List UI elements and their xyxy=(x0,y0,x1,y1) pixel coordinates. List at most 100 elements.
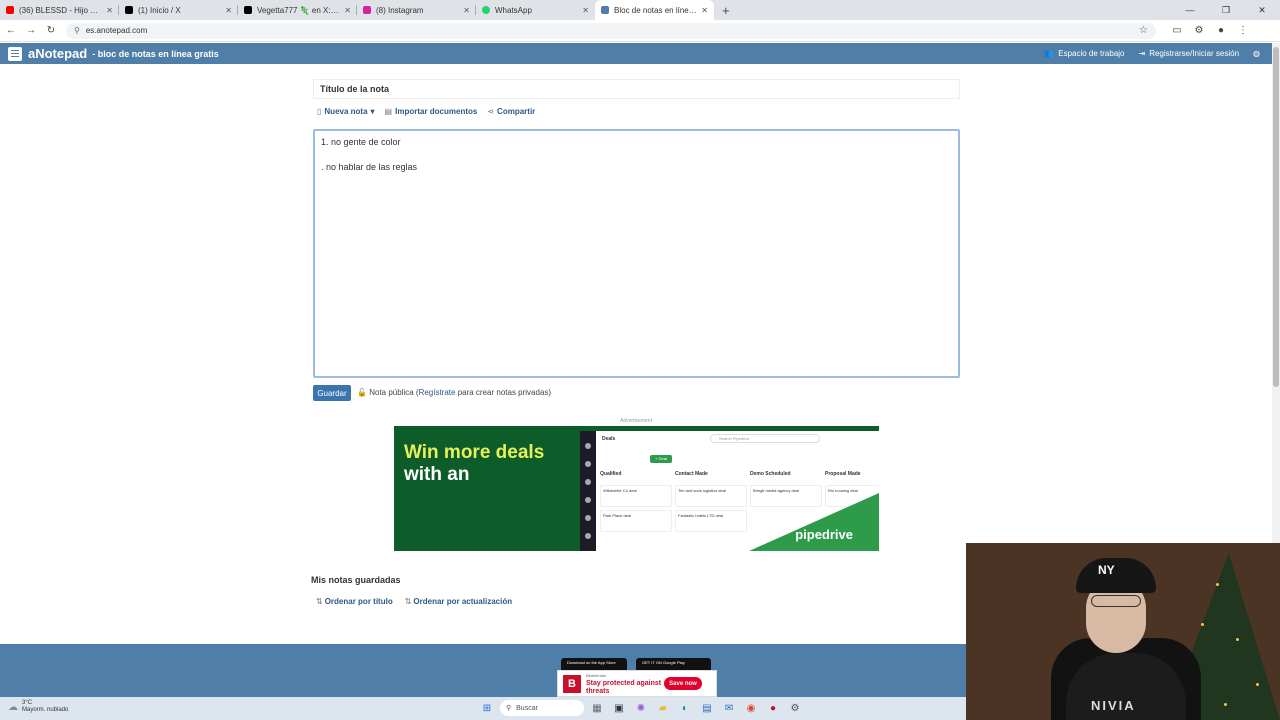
public-note-info: 🔓 Nota pública (Regístrate para crear no… xyxy=(357,388,551,397)
save-now-button[interactable]: Save now xyxy=(664,677,702,690)
mail-icon[interactable]: ✉ xyxy=(720,699,738,717)
users-icon: 👥 xyxy=(1044,49,1055,58)
ad-label: Advertisement xyxy=(620,418,652,424)
register-link[interactable]: Regístrate xyxy=(419,388,456,397)
close-icon[interactable]: ✕ xyxy=(344,6,351,15)
webcam-overlay: NY NIVIA xyxy=(966,543,1280,720)
browser-tab-active[interactable]: Bloc de notas en línea - Toma y ✕ xyxy=(595,0,714,20)
menu-icon[interactable]: ⋮ xyxy=(1232,25,1254,36)
tab-label: Vegetta777 🦎 en X: "Otra xyxy=(257,5,340,15)
copilot-icon[interactable]: ✺ xyxy=(632,699,650,717)
widgets-icon[interactable]: ▦ xyxy=(588,699,606,717)
saved-notes-title: Mis notas guardadas xyxy=(311,575,401,585)
search-icon: ⚲ xyxy=(506,705,512,712)
workspace-link[interactable]: 👥 Espacio de trabajo xyxy=(1044,49,1124,58)
login-link[interactable]: ⇥ Registrarse/Iniciar sesión xyxy=(1139,49,1240,58)
cap-logo: NY xyxy=(1098,563,1115,577)
close-icon[interactable]: ✕ xyxy=(463,6,470,15)
browser-tab[interactable]: (36) BLESSD - Hijo Mío (Traeme ✕ xyxy=(0,0,119,20)
site-info-icon[interactable]: ⚲ xyxy=(74,26,80,35)
minimize-button[interactable]: — xyxy=(1172,5,1208,15)
import-documents-link[interactable]: ▤ Importar documentos xyxy=(385,107,478,116)
back-icon[interactable]: ← xyxy=(2,25,20,36)
cloud-icon: ☁ xyxy=(8,701,18,713)
note-line: . no hablar de las reglas xyxy=(321,162,418,172)
ad-headline-1: Win more deals xyxy=(404,442,545,463)
chrome-icon[interactable]: ◉ xyxy=(742,699,760,717)
task-view-icon[interactable]: ▣ xyxy=(610,699,628,717)
url-input[interactable]: ⚲ es.anotepad.com ☆ xyxy=(66,22,1156,39)
document-icon: ▯ xyxy=(317,107,322,116)
shirt-text: NIVIA xyxy=(1091,698,1136,713)
note-toolbar: ▯ Nueva nota ▾ ▤ Importar documentos ⋖ C… xyxy=(317,107,535,116)
share-link[interactable]: ⋖ Compartir xyxy=(487,107,535,116)
globe-icon[interactable]: ◍ xyxy=(1253,49,1260,58)
close-window-button[interactable]: ✕ xyxy=(1244,5,1280,16)
scrollbar-thumb[interactable] xyxy=(1273,47,1279,387)
cast-icon[interactable]: ▭ xyxy=(1166,25,1188,36)
notepad-icon xyxy=(601,6,609,14)
weather-widget[interactable]: ☁ 3°C Mayorm. nublado xyxy=(8,700,68,714)
windows-start-icon[interactable]: ⊞ xyxy=(478,699,496,717)
pipedrive-logo: pipedrive xyxy=(795,527,853,542)
sort-icon: ⇅ xyxy=(316,597,323,606)
sort-links: ⇅ Ordenar por título ⇅ Ordenar por actuali… xyxy=(316,597,512,606)
new-note-dropdown[interactable]: ▯ Nueva nota ▾ xyxy=(317,107,375,116)
site-tagline: - bloc de notas en línea gratis xyxy=(92,48,219,59)
bookmark-star-icon[interactable]: ☆ xyxy=(1139,25,1148,36)
tab-label: Bloc de notas en línea - Toma y xyxy=(614,5,697,15)
save-button[interactable]: Guardar xyxy=(313,385,351,401)
app-icon[interactable]: ● xyxy=(764,699,782,717)
forward-icon[interactable]: → xyxy=(22,25,40,36)
close-icon[interactable]: ✕ xyxy=(106,6,113,15)
advertisement-banner[interactable]: Win more deals with an Deals Search Pipe… xyxy=(394,426,879,551)
lock-open-icon: 🔓 xyxy=(357,388,367,397)
note-title-input[interactable] xyxy=(313,79,960,99)
url-text: es.anotepad.com xyxy=(85,26,148,35)
window-controls: — ❐ ✕ xyxy=(1172,0,1280,20)
browser-tab[interactable]: (8) Instagram ✕ xyxy=(357,0,476,20)
ad-pipeline-column: Contact Made Tim and sons logistics deal… xyxy=(675,471,747,535)
reload-icon[interactable]: ↻ xyxy=(42,25,60,36)
ad-deal-card: Willamette Co deal xyxy=(600,485,672,507)
browser-tab[interactable]: WhatsApp ✕ xyxy=(476,0,595,20)
share-icon: ⋖ xyxy=(487,107,495,116)
edge-icon[interactable]: ◐ xyxy=(676,699,694,717)
browser-tab[interactable]: (1) Inicio / X ✕ xyxy=(119,0,238,20)
site-header: aNotepad - bloc de notas en línea gratis… xyxy=(0,43,1272,64)
site-brand[interactable]: aNotepad xyxy=(28,46,87,61)
ad-app-preview: Deals Search Pipedrive + Deal Qualified … xyxy=(580,431,879,551)
share-label: Compartir xyxy=(497,107,536,116)
sort-by-title-link[interactable]: ⇅ Ordenar por título xyxy=(316,597,393,606)
cap xyxy=(1076,558,1156,593)
whatsapp-icon xyxy=(482,6,490,14)
workspace-label: Espacio de trabajo xyxy=(1058,49,1125,58)
ad-deal-card: Tim and sons logistics deal xyxy=(675,485,747,507)
note-editor[interactable]: 1. no gente de color . no hablar de las … xyxy=(313,129,960,378)
sort-by-update-link[interactable]: ⇅ Ordenar por actualización xyxy=(405,597,512,606)
profile-icon[interactable]: ● xyxy=(1210,25,1232,36)
ad-deal-card: Park Place deal xyxy=(600,510,672,532)
bitdefender-logo-icon: B xyxy=(563,674,581,693)
extensions-icon[interactable]: ⚙ xyxy=(1188,25,1210,36)
caret-down-icon: ▾ xyxy=(370,107,375,116)
close-icon[interactable]: ✕ xyxy=(701,6,708,15)
file-explorer-icon[interactable]: ▰ xyxy=(654,699,672,717)
bitdefender-brand: Bitdefender xyxy=(586,672,607,678)
youtube-icon xyxy=(6,6,14,14)
tab-label: WhatsApp xyxy=(495,5,532,15)
maximize-button[interactable]: ❐ xyxy=(1208,5,1244,16)
taskbar-search[interactable]: ⚲ Buscar xyxy=(500,700,584,716)
close-icon[interactable]: ✕ xyxy=(582,6,589,15)
close-icon[interactable]: ✕ xyxy=(225,6,232,15)
ad-deal-card: Fantastic hotels LTD deal xyxy=(675,510,747,532)
store-icon[interactable]: ▤ xyxy=(698,699,716,717)
x-icon xyxy=(125,6,133,14)
login-label: Registrarse/Iniciar sesión xyxy=(1149,49,1240,58)
browser-tab[interactable]: Vegetta777 🦎 en X: "Otra ✕ xyxy=(238,0,357,20)
ad-pipeline-column: Qualified Willamette Co deal Park Place … xyxy=(600,471,672,535)
ad-column-name: Proposal Made xyxy=(825,471,861,477)
settings-icon[interactable]: ⚙ xyxy=(786,699,804,717)
new-tab-button[interactable]: + xyxy=(714,3,738,18)
notepad-logo-icon[interactable] xyxy=(8,46,22,61)
